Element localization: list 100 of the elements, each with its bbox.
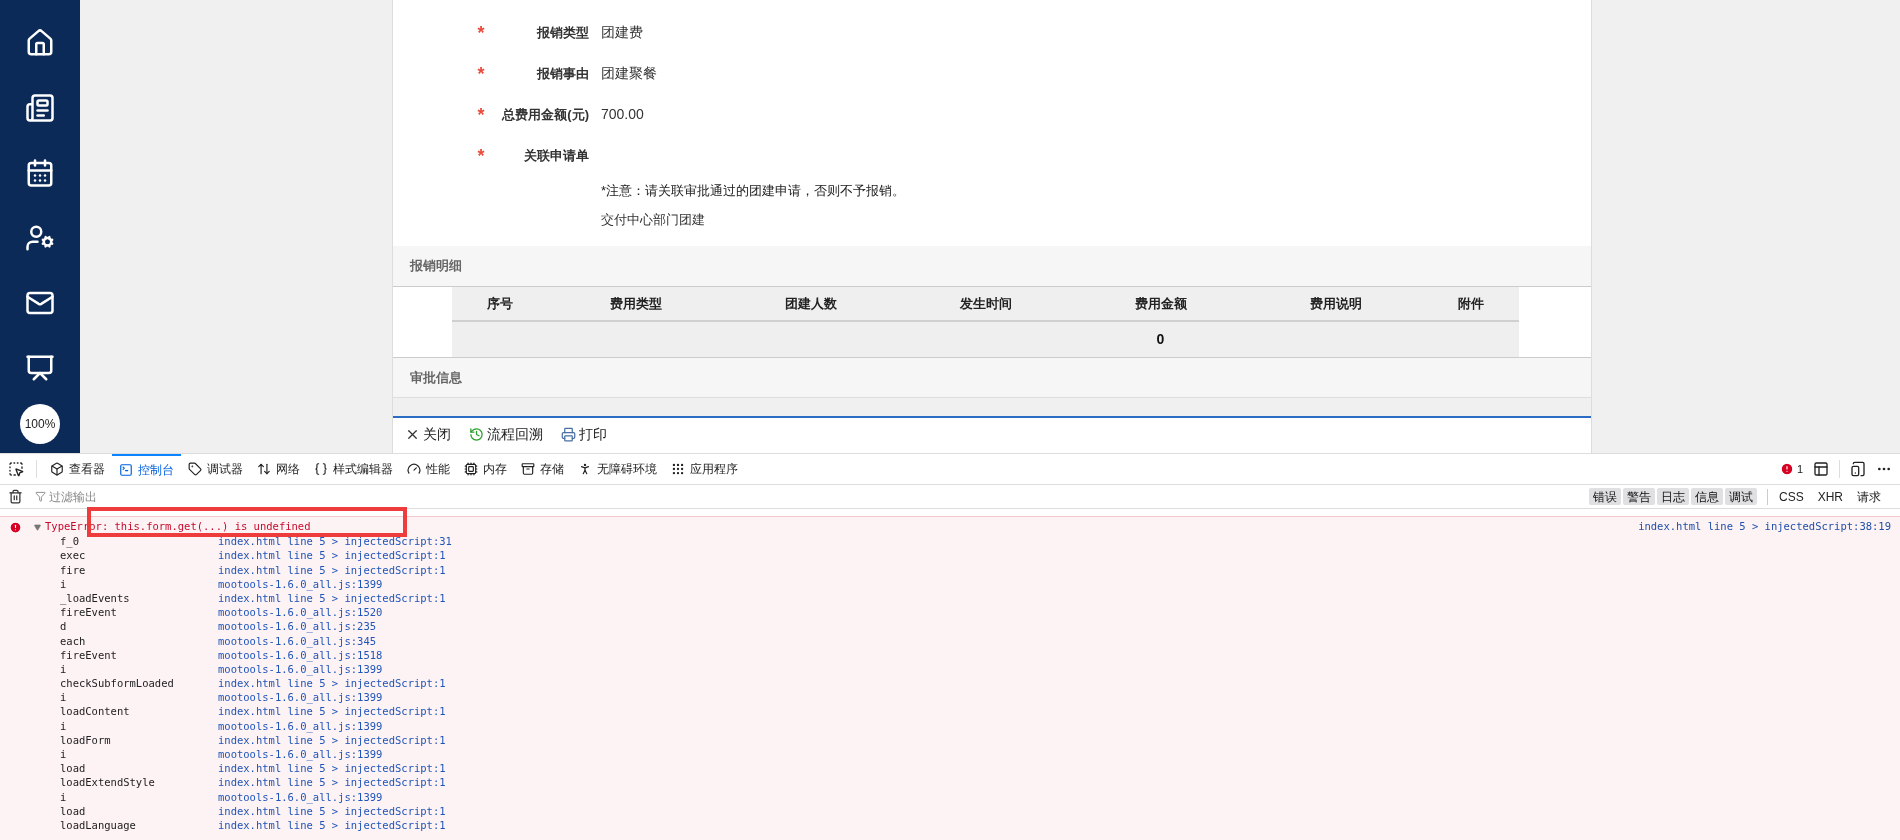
required-mark: * <box>477 105 485 124</box>
stack-source-link[interactable]: index.html line 5 > injectedScript:1 <box>218 761 446 777</box>
stack-source-link[interactable]: mootools-1.6.0_all.js:235 <box>218 619 377 636</box>
level-filter[interactable]: 信息 <box>1690 488 1723 505</box>
stack-source-link[interactable]: mootools-1.6.0_all.js:1518 <box>218 647 383 664</box>
inspector-icon <box>50 462 64 476</box>
stack-source-link[interactable]: mootools-1.6.0_all.js:1399 <box>218 690 383 707</box>
action-button[interactable]: 流程回溯 <box>469 423 543 445</box>
devtools-tab[interactable]: 性能 <box>400 453 457 485</box>
memory-icon <box>464 462 478 476</box>
stack-source-link[interactable]: mootools-1.6.0_all.js:1399 <box>218 747 383 763</box>
stack-source-link[interactable]: mootools-1.6.0_all.js:1399 <box>218 661 383 678</box>
stack-function: i <box>60 789 68 805</box>
stack-function: i <box>60 747 68 763</box>
expand-triangle-icon[interactable] <box>34 523 41 531</box>
stack-function: d <box>60 619 68 635</box>
stack-function: fireEvent <box>60 647 118 663</box>
stack-function: f_0 <box>60 534 80 550</box>
stack-function: fire <box>60 562 87 578</box>
required-mark: * <box>477 146 485 165</box>
devtools-tab[interactable]: 查看器 <box>43 453 112 485</box>
home-icon <box>25 27 55 58</box>
stack-function: load <box>60 761 87 777</box>
stack-function: checkSubformLoaded <box>60 676 175 692</box>
level-filter[interactable]: 错误 <box>1588 488 1621 505</box>
trash-icon[interactable] <box>8 489 23 504</box>
stack-function: _loadEvents <box>60 590 131 607</box>
devtools-tab[interactable]: 样式编辑器 <box>307 453 400 485</box>
column-header: 费用说明 <box>1309 294 1362 313</box>
required-mark: * <box>477 64 485 83</box>
stack-function: exec <box>60 548 87 564</box>
section-title: 报销明细 <box>410 257 462 276</box>
devtools-tab[interactable]: 内存 <box>457 453 514 485</box>
source-link[interactable]: index.html line 5 > injectedScript:38:19 <box>1638 519 1891 535</box>
field-value: 团建聚餐 <box>601 64 657 83</box>
devtools-tab[interactable]: 调试器 <box>181 453 250 485</box>
stack-source-link[interactable]: index.html line 5 > injectedScript:1 <box>218 817 446 834</box>
stack-function: load <box>60 803 87 819</box>
stack-source-link[interactable]: index.html line 5 > injectedScript:31 <box>218 534 452 550</box>
linked-request[interactable]: 交付中心部门团建 <box>601 206 1591 236</box>
required-mark: * <box>477 23 485 42</box>
field-value: 700.00 <box>601 105 644 124</box>
stack-source-link[interactable]: mootools-1.6.0_all.js:1399 <box>218 576 383 593</box>
zoom-badge[interactable]: 100% <box>20 404 60 444</box>
stack-source-link[interactable]: index.html line 5 > injectedScript:1 <box>218 590 446 607</box>
stack-source-link[interactable]: mootools-1.6.0_all.js:345 <box>218 633 377 650</box>
column-header: 费用金额 <box>1134 294 1187 313</box>
stack-source-link[interactable]: mootools-1.6.0_all.js:1399 <box>218 718 383 735</box>
level-filter[interactable]: 调试 <box>1724 488 1757 505</box>
level-filter[interactable]: 警告 <box>1622 488 1655 505</box>
stack-source-link[interactable]: index.html line 5 > injectedScript:1 <box>218 562 446 579</box>
filter-icon <box>35 491 46 502</box>
stack-source-link[interactable]: index.html line 5 > injectedScript:1 <box>218 704 446 721</box>
field-label: 报销类型 <box>535 23 589 42</box>
network-icon <box>257 462 271 476</box>
stack-function: i <box>60 718 68 734</box>
stack-source-link[interactable]: mootools-1.6.0_all.js:1399 <box>218 789 383 806</box>
stack-source-link[interactable]: index.html line 5 > injectedScript:1 <box>218 732 446 749</box>
action-button[interactable]: 打印 <box>561 423 607 445</box>
stack-function: loadExtendStyle <box>60 775 156 791</box>
console-icon <box>119 463 133 477</box>
devtools-tab[interactable]: 应用程序 <box>664 453 745 485</box>
printer-icon <box>561 426 576 442</box>
stack-source-link[interactable]: index.html line 5 > injectedScript:1 <box>218 548 446 565</box>
devtools-tab[interactable]: 存储 <box>514 453 571 485</box>
note-text: *注意：请关联审批通过的团建申请，否则不予报销。 <box>601 182 907 200</box>
column-header: 发生时间 <box>959 294 1012 313</box>
type-filter[interactable]: CSS <box>1775 488 1807 505</box>
stack-function: loadLanguage <box>60 817 137 833</box>
column-header: 附件 <box>1458 294 1484 313</box>
braces-icon <box>314 462 328 476</box>
responsive-icon[interactable] <box>1850 461 1866 477</box>
column-header: 费用类型 <box>609 294 662 313</box>
stack-source-link[interactable]: index.html line 5 > injectedScript:1 <box>218 803 446 820</box>
accessibility-icon <box>578 462 592 476</box>
total-amount: 0 <box>1156 330 1165 349</box>
column-header: 序号 <box>487 294 513 313</box>
section-title: 审批信息 <box>410 368 462 387</box>
error-count[interactable]: 1 <box>1796 460 1803 478</box>
stack-function: fireEvent <box>60 605 118 621</box>
action-button[interactable]: 关闭 <box>405 423 451 445</box>
element-picker-icon[interactable] <box>8 461 24 477</box>
stack-source-link[interactable]: index.html line 5 > injectedScript:1 <box>218 676 446 692</box>
stack-function: each <box>60 633 87 649</box>
filter-field[interactable]: 过滤输出 <box>49 487 309 506</box>
stack-function: i <box>60 661 68 677</box>
field-label: 关联申请单 <box>523 146 589 165</box>
devtools-tab[interactable]: 网络 <box>250 453 307 485</box>
type-filter[interactable]: 请求 <box>1854 488 1884 505</box>
gauge-icon <box>407 462 421 476</box>
stack-function: loadForm <box>60 732 112 748</box>
stack-source-link[interactable]: index.html line 5 > injectedScript:1 <box>218 775 446 792</box>
stack-source-link[interactable]: mootools-1.6.0_all.js:1520 <box>218 605 383 621</box>
layout-icon[interactable] <box>1813 461 1829 477</box>
error-icon <box>1779 462 1794 476</box>
devtools-tab[interactable]: 无障碍环境 <box>571 453 664 485</box>
calendar-icon <box>25 157 55 188</box>
field-label: 总费用金额(元) <box>500 105 589 124</box>
level-filter[interactable]: 日志 <box>1656 488 1689 505</box>
type-filter[interactable]: XHR <box>1814 488 1846 505</box>
